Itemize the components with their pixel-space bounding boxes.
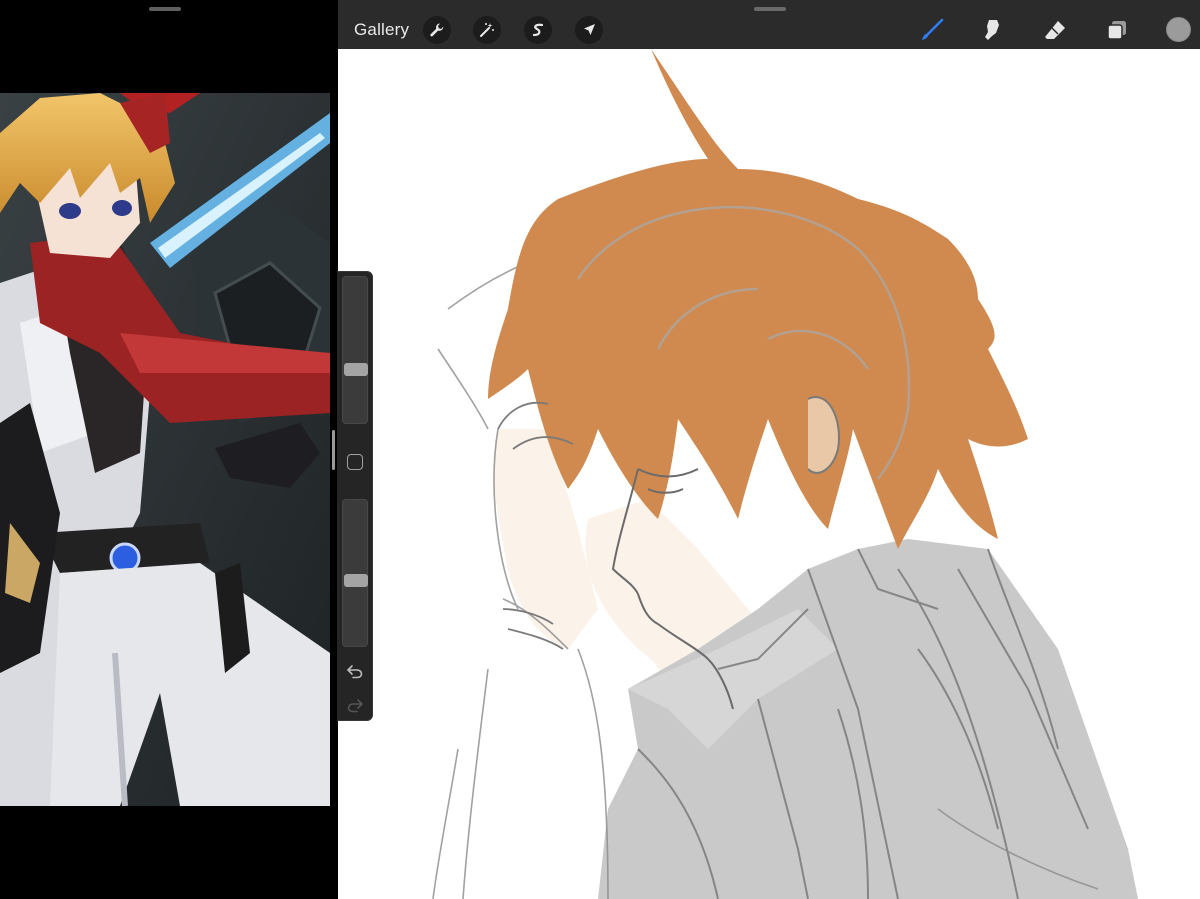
reference-pane: [0, 0, 337, 899]
selection-button[interactable]: [524, 16, 552, 44]
artwork: [432, 49, 1138, 899]
split-view-grabber[interactable]: [149, 7, 181, 11]
adjustments-button[interactable]: [473, 16, 501, 44]
brush-tool[interactable]: [917, 15, 947, 45]
sidebar: [337, 271, 373, 721]
brush-size-slider[interactable]: [342, 276, 368, 424]
drawing-app: Gallery: [338, 0, 1200, 899]
layers-button[interactable]: [1102, 15, 1132, 45]
transform-arrow-icon: [584, 24, 595, 35]
top-toolbar: Gallery: [338, 0, 1200, 49]
drawing-canvas[interactable]: [338, 49, 1200, 899]
eraser-icon: [1045, 21, 1065, 39]
undo-button[interactable]: [344, 660, 366, 682]
color-swatch-button[interactable]: [1166, 17, 1191, 42]
gallery-button[interactable]: Gallery: [354, 20, 409, 40]
redo-icon: [347, 699, 364, 713]
transform-button[interactable]: [575, 16, 603, 44]
split-view-divider[interactable]: [332, 430, 335, 470]
redo-button[interactable]: [344, 694, 366, 716]
eraser-tool[interactable]: [1040, 15, 1070, 45]
brush-icon: [922, 18, 944, 40]
smudge-icon: [985, 20, 999, 40]
wrench-icon: [430, 23, 444, 37]
opacity-thumb[interactable]: [344, 574, 368, 587]
magic-wand-icon: [480, 23, 494, 37]
undo-icon: [346, 665, 363, 679]
modify-button[interactable]: [347, 454, 363, 470]
opacity-slider[interactable]: [342, 499, 368, 647]
smudge-tool[interactable]: [978, 15, 1008, 45]
layers-icon: [1107, 21, 1126, 40]
actions-button[interactable]: [423, 16, 451, 44]
reference-image: [0, 93, 330, 806]
app-grabber[interactable]: [754, 7, 786, 11]
selection-icon: [532, 23, 544, 37]
brush-size-thumb[interactable]: [344, 363, 368, 376]
